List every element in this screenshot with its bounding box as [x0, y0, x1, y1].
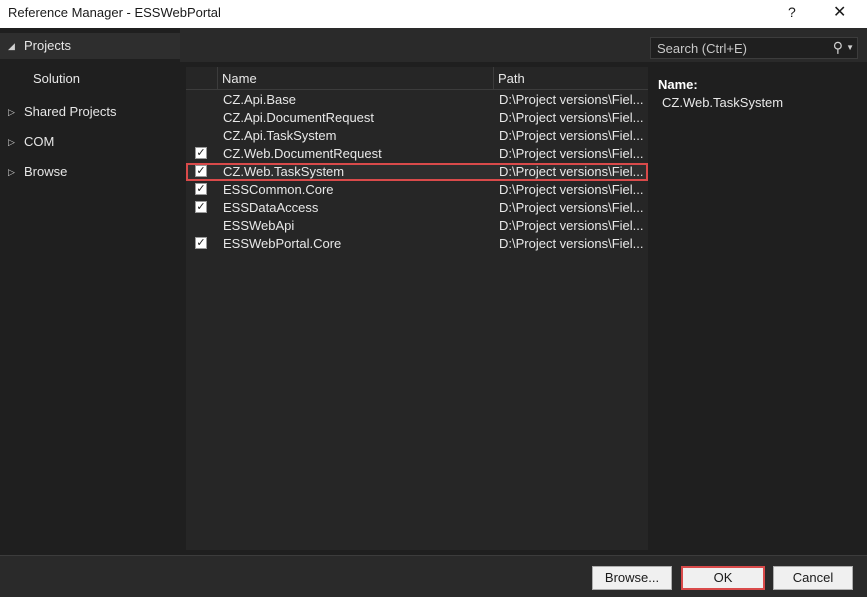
collapsed-arrow-icon: ▷ — [8, 137, 15, 147]
search-box[interactable]: Search (Ctrl+E) ⚲ ▼ — [650, 37, 858, 59]
row-checkbox[interactable]: ✓ — [195, 183, 207, 195]
row-path: D:\Project versions\Fiel... — [499, 146, 644, 161]
window-title: Reference Manager - ESSWebPortal — [8, 5, 221, 20]
row-path: D:\Project versions\Fiel... — [499, 182, 644, 197]
row-checkbox[interactable]: ✓ — [195, 165, 207, 177]
search-input[interactable]: Search (Ctrl+E) — [657, 41, 747, 56]
sidebar-item-browse[interactable]: ▷ Browse — [0, 159, 180, 185]
reference-list: Name Path ✓ CZ.Api.Base D:\Project version… — [186, 67, 648, 550]
row-path: D:\Project versions\Fiel... — [499, 128, 644, 143]
search-options-dropdown-icon[interactable]: ▼ — [846, 43, 854, 52]
table-row[interactable]: ✓ESSWebApiD:\Project versions\Fiel... — [186, 217, 648, 235]
table-row[interactable]: ✓CZ.Api.TaskSystemD:\Project versions\Fi… — [186, 127, 648, 145]
sidebar-item-label: COM — [24, 134, 55, 149]
column-header-path[interactable]: Path — [498, 71, 525, 86]
table-row[interactable]: ✓ CZ.Web.DocumentRequest D:\Project versio… — [186, 145, 648, 163]
row-path: D:\Project versions\Fiel... — [499, 200, 644, 215]
sidebar-item-solution[interactable]: Solution — [33, 66, 80, 92]
row-name: CZ.Api.TaskSystem — [223, 128, 337, 143]
table-row[interactable]: ✓ ESSCommon.Core D:\Project versions\Fiel.… — [186, 181, 648, 199]
details-name-value: CZ.Web.TaskSystem — [662, 95, 784, 110]
collapsed-arrow-icon: ▷ — [8, 167, 15, 177]
row-name: ESSWebApi — [223, 218, 295, 233]
search-icon[interactable]: ⚲ — [833, 39, 843, 56]
table-row[interactable]: ✓CZ.Api.BaseD:\Project versions\Fiel... — [186, 91, 648, 109]
footer: Browse... OK Cancel — [0, 555, 867, 597]
ok-button[interactable]: OK — [681, 566, 765, 590]
row-path: D:\Project versions\Fiel... — [499, 218, 644, 233]
browse-button[interactable]: Browse... — [592, 566, 672, 590]
column-header-name[interactable]: Name — [222, 71, 257, 86]
collapsed-arrow-icon: ▷ — [8, 107, 15, 117]
row-checkbox[interactable]: ✓ — [195, 147, 207, 159]
row-path: D:\Project versions\Fiel... — [499, 164, 644, 179]
help-button[interactable]: ? — [788, 4, 796, 20]
row-name: CZ.Api.Base — [223, 92, 296, 107]
row-name: CZ.Web.DocumentRequest — [223, 146, 382, 161]
row-name: ESSCommon.Core — [223, 182, 334, 197]
sidebar-item-label: Shared Projects — [24, 104, 117, 119]
column-header-row: Name Path — [186, 67, 648, 90]
table-row[interactable]: ✓ CZ.Web.TaskSystem D:\Project versions\Fi… — [186, 163, 648, 181]
row-path: D:\Project versions\Fiel... — [499, 92, 644, 107]
row-checkbox[interactable]: ✓ — [195, 237, 207, 249]
title-bar: Reference Manager - ESSWebPortal ? ✕ — [0, 0, 867, 28]
row-name: ESSDataAccess — [223, 200, 319, 215]
sidebar-item-shared-projects[interactable]: ▷ Shared Projects — [0, 99, 180, 125]
details-pane: Name: CZ.Web.TaskSystem — [658, 77, 783, 110]
row-name: CZ.Web.TaskSystem — [223, 164, 345, 179]
table-row[interactable]: ✓ ESSWebPortal.Core D:\Project versions\Fi… — [186, 235, 648, 253]
row-name: ESSWebPortal.Core — [223, 236, 342, 251]
column-separator — [217, 67, 218, 89]
cancel-button[interactable]: Cancel — [773, 566, 853, 590]
details-name-label: Name: — [658, 77, 698, 92]
table-row[interactable]: ✓ ESSDataAccess D:\Project versions\Fiel..… — [186, 199, 648, 217]
sidebar: ◢ Projects Solution ▷ Shared Projects ▷ … — [0, 28, 180, 555]
column-separator[interactable] — [493, 67, 494, 89]
sidebar-item-label: Browse — [24, 164, 68, 179]
sidebar-item-projects[interactable]: ◢ Projects — [0, 33, 180, 59]
sidebar-item-label: Projects — [24, 38, 71, 53]
row-path: D:\Project versions\Fiel... — [499, 110, 644, 125]
close-button[interactable]: ✕ — [833, 2, 846, 22]
sidebar-item-com[interactable]: ▷ COM — [0, 129, 180, 155]
row-name: CZ.Api.DocumentRequest — [223, 110, 375, 125]
expanded-arrow-icon: ◢ — [8, 41, 15, 51]
row-path: D:\Project versions\Fiel... — [499, 236, 644, 251]
row-checkbox[interactable]: ✓ — [195, 201, 207, 213]
table-row[interactable]: ✓CZ.Api.DocumentRequestD:\Project versio… — [186, 109, 648, 127]
